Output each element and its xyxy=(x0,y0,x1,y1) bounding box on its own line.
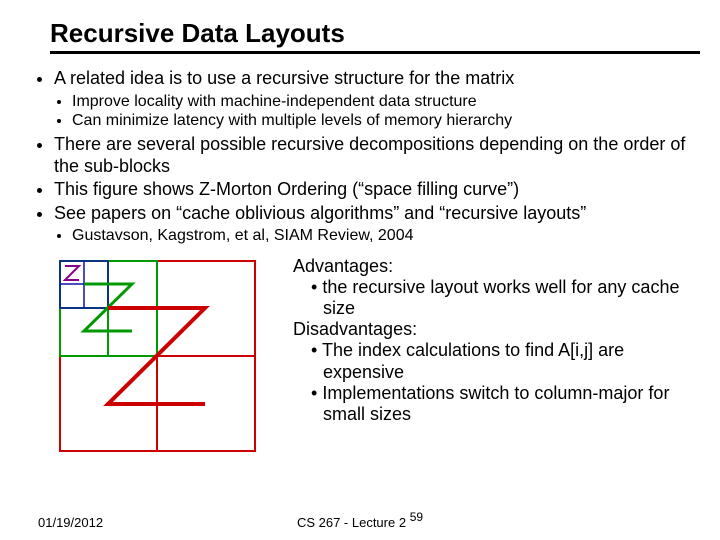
bullet-1: A related idea is to use a recursive str… xyxy=(54,68,692,90)
footer-page: 59 xyxy=(410,510,423,524)
bullet-1a: Improve locality with machine-independen… xyxy=(72,92,692,111)
disadvantage-2: Implementations switch to column-major f… xyxy=(323,383,692,425)
footer-center: CS 267 - Lecture 2 59 xyxy=(297,515,423,530)
footer-course: CS 267 - Lecture 2 xyxy=(297,515,406,530)
bullet-4a: Gustavson, Kagstrom, et al, SIAM Review,… xyxy=(72,226,692,245)
bullet-2: There are several possible recursive dec… xyxy=(54,134,692,177)
bullet-1b: Can minimize latency with multiple level… xyxy=(72,111,692,130)
slide-title: Recursive Data Layouts xyxy=(50,18,345,49)
advantage-1: the recursive layout works well for any … xyxy=(323,277,692,319)
bullet-4: See papers on “cache oblivious algorithm… xyxy=(54,203,692,225)
z-morton-figure xyxy=(55,256,265,456)
disadvantage-1: The index calculations to find A[i,j] ar… xyxy=(323,340,692,382)
footer-date: 01/19/2012 xyxy=(38,515,103,530)
disadvantages-heading: Disadvantages: xyxy=(293,319,692,340)
advantages-block: Advantages: the recursive layout works w… xyxy=(293,256,692,456)
bullet-3: This figure shows Z-Morton Ordering (“sp… xyxy=(54,179,692,201)
content-area: A related idea is to use a recursive str… xyxy=(0,54,720,246)
advantages-heading: Advantages: xyxy=(293,256,692,277)
